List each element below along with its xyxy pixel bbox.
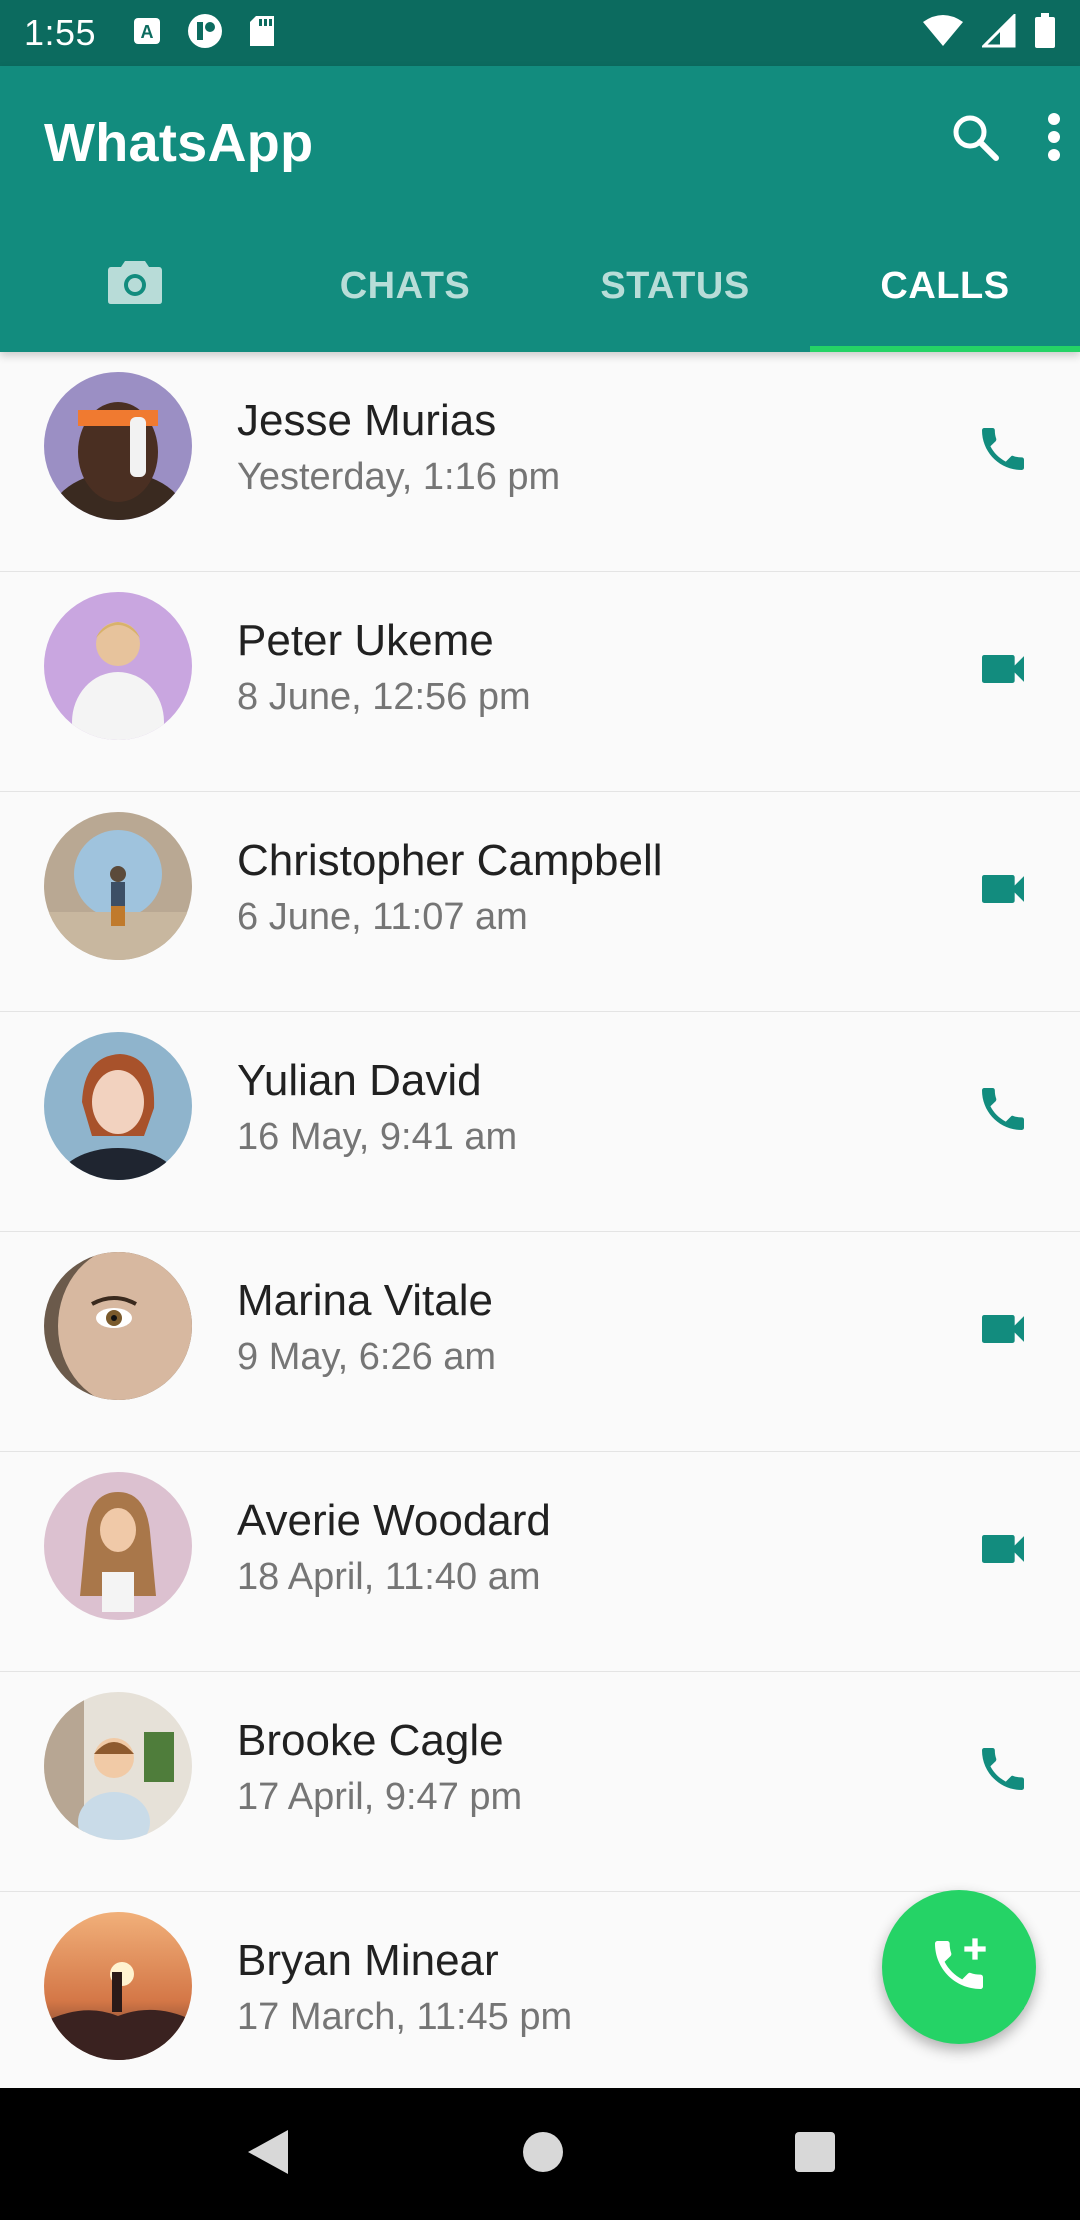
contact-name: Christopher Campbell bbox=[237, 836, 663, 885]
avatar bbox=[44, 1032, 192, 1180]
search-icon[interactable] bbox=[948, 110, 1002, 169]
sd-card-icon bbox=[248, 14, 276, 53]
wifi-icon bbox=[922, 14, 964, 53]
call-info: Yulian David 16 May, 9:41 am bbox=[237, 1056, 517, 1159]
app-notification-icon bbox=[186, 12, 224, 55]
call-row[interactable]: Christopher Campbell 6 June, 11:07 am bbox=[0, 792, 1080, 1012]
back-icon[interactable] bbox=[244, 2126, 292, 2183]
status-bar: 1:55 A bbox=[0, 0, 1080, 66]
call-row[interactable]: Averie Woodard 18 April, 11:40 am bbox=[0, 1452, 1080, 1672]
videocam-icon[interactable] bbox=[970, 1296, 1036, 1362]
call-info: Brooke Cagle 17 April, 9:47 pm bbox=[237, 1716, 522, 1819]
videocam-icon[interactable] bbox=[970, 856, 1036, 922]
avatar bbox=[44, 1692, 192, 1840]
system-nav-bar bbox=[0, 2088, 1080, 2220]
call-row[interactable]: Brooke Cagle 17 April, 9:47 pm bbox=[0, 1672, 1080, 1892]
status-icons-right bbox=[922, 11, 1056, 54]
app-bar: WhatsApp CHATS STATUS CALLS bbox=[0, 66, 1080, 352]
tab-calls[interactable]: CALLS bbox=[810, 220, 1080, 352]
call-time: 17 April, 9:47 pm bbox=[237, 1776, 523, 1818]
contact-name: Yulian David bbox=[237, 1056, 482, 1105]
call-row[interactable]: Peter Ukeme 8 June, 12:56 pm bbox=[0, 572, 1080, 792]
app-title: WhatsApp bbox=[44, 113, 314, 173]
status-time: 1:55 bbox=[24, 12, 97, 53]
call-info: Bryan Minear 17 March, 11:45 pm bbox=[237, 1936, 572, 2039]
contact-name: Averie Woodard bbox=[237, 1496, 551, 1545]
svg-text:A: A bbox=[141, 22, 154, 42]
call-time: 6 June, 11:07 am bbox=[237, 896, 528, 938]
add-call-icon bbox=[927, 1933, 991, 2002]
app-actions bbox=[948, 110, 1062, 169]
phone-icon[interactable] bbox=[970, 1736, 1036, 1802]
call-time: Yesterday, 1:16 pm bbox=[237, 456, 561, 498]
call-info: Marina Vitale 9 May, 6:26 am bbox=[237, 1276, 496, 1379]
battery-icon bbox=[1034, 12, 1056, 54]
call-time: 9 May, 6:26 am bbox=[237, 1336, 497, 1378]
call-row[interactable]: Marina Vitale 9 May, 6:26 am bbox=[0, 1232, 1080, 1452]
tab-bar: CHATS STATUS CALLS bbox=[0, 220, 1080, 352]
call-info: Jesse Murias Yesterday, 1:16 pm bbox=[237, 396, 560, 499]
call-info: Peter Ukeme 8 June, 12:56 pm bbox=[237, 616, 531, 719]
status-icons-left: A bbox=[132, 12, 276, 55]
avatar bbox=[44, 1472, 192, 1620]
videocam-icon[interactable] bbox=[970, 636, 1036, 702]
avatar bbox=[44, 1252, 192, 1400]
videocam-icon[interactable] bbox=[970, 1516, 1036, 1582]
camera-icon bbox=[107, 257, 163, 315]
avatar bbox=[44, 812, 192, 960]
accessibility-a-icon: A bbox=[132, 16, 162, 51]
contact-name: Bryan Minear bbox=[237, 1936, 499, 1985]
cell-signal-icon bbox=[980, 11, 1016, 53]
call-info: Averie Woodard 18 April, 11:40 am bbox=[237, 1496, 551, 1599]
new-call-fab[interactable] bbox=[882, 1890, 1036, 2044]
call-time: 18 April, 11:40 am bbox=[237, 1556, 541, 1598]
call-list: Jesse Murias Yesterday, 1:16 pm Peter Uk… bbox=[0, 352, 1080, 2112]
phone-icon[interactable] bbox=[970, 416, 1036, 482]
tab-camera[interactable] bbox=[0, 220, 270, 352]
avatar bbox=[44, 372, 192, 520]
phone-icon[interactable] bbox=[970, 1076, 1036, 1142]
contact-name: Brooke Cagle bbox=[237, 1716, 504, 1765]
call-time: 16 May, 9:41 am bbox=[237, 1116, 518, 1158]
call-time: 8 June, 12:56 pm bbox=[237, 676, 531, 718]
contact-name: Jesse Murias bbox=[237, 396, 497, 445]
call-row[interactable]: Yulian David 16 May, 9:41 am bbox=[0, 1012, 1080, 1232]
call-row[interactable]: Jesse Murias Yesterday, 1:16 pm bbox=[0, 352, 1080, 572]
contact-name: Marina Vitale bbox=[237, 1276, 493, 1325]
more-vert-icon[interactable] bbox=[1046, 112, 1062, 167]
avatar bbox=[44, 592, 192, 740]
tab-calls-label: CALLS bbox=[880, 264, 1010, 307]
recents-icon[interactable] bbox=[794, 2131, 836, 2178]
call-time: 17 March, 11:45 pm bbox=[237, 1996, 573, 2038]
avatar bbox=[44, 1912, 192, 2060]
tab-chats[interactable]: CHATS bbox=[270, 220, 540, 352]
call-info: Christopher Campbell 6 June, 11:07 am bbox=[237, 836, 663, 939]
contact-name: Peter Ukeme bbox=[237, 616, 494, 665]
home-icon[interactable] bbox=[521, 2130, 565, 2179]
tab-status[interactable]: STATUS bbox=[540, 220, 810, 352]
